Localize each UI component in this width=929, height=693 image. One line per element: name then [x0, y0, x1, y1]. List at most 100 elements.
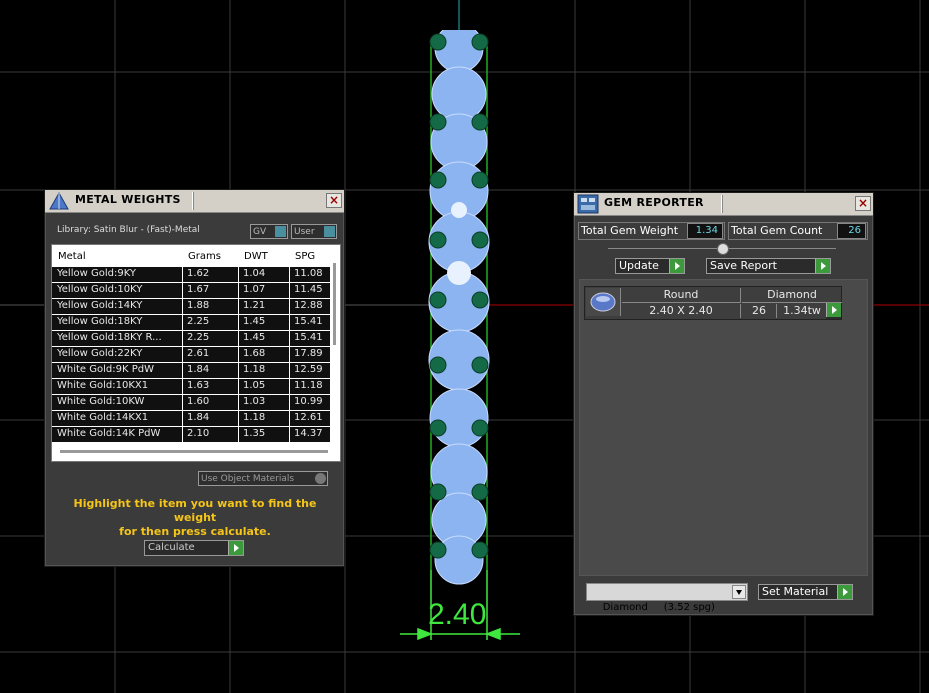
- update-button[interactable]: Update: [615, 258, 685, 274]
- column-separator: [182, 331, 183, 346]
- table-row[interactable]: Yellow Gold:18KY 2.25 1.45 15.41: [52, 315, 330, 330]
- cell-dwt: 1.07: [243, 284, 266, 295]
- column-separator: [289, 411, 290, 426]
- gem-row-action-button[interactable]: [826, 303, 841, 319]
- table-row[interactable]: White Gold:14KX1 1.84 1.18 12.61: [52, 411, 330, 426]
- title-grip: [192, 192, 194, 210]
- cell-metal: Yellow Gold:18KY R...: [57, 332, 162, 343]
- gem-reporter-title: GEM REPORTER: [604, 196, 704, 209]
- splitter-handle-icon[interactable]: [717, 243, 729, 255]
- column-separator: [182, 379, 183, 394]
- table-row[interactable]: Yellow Gold:22KY 2.61 1.68 17.89: [52, 347, 330, 362]
- table-hscroll[interactable]: [60, 450, 328, 453]
- table-row[interactable]: Yellow Gold:10KY 1.67 1.07 11.45: [52, 283, 330, 298]
- cell-dwt: 1.05: [243, 380, 266, 391]
- column-separator: [238, 411, 239, 426]
- use-object-materials-label: Use Object Materials: [201, 474, 295, 484]
- user-toggle[interactable]: User: [291, 224, 337, 239]
- table-row[interactable]: White Gold:10KW 1.60 1.03 10.99: [52, 395, 330, 410]
- cell-grams: 2.61: [187, 348, 210, 359]
- set-material-label: Set Material: [762, 585, 829, 598]
- play-arrow-icon: [228, 541, 243, 555]
- cell-spg: 14.37: [294, 428, 323, 439]
- cell-grams: 1.67: [187, 284, 210, 295]
- save-report-label: Save Report: [710, 259, 777, 272]
- metal-weights-title: METAL WEIGHTS: [75, 193, 181, 206]
- cell-spg: 12.61: [294, 412, 323, 423]
- cell-grams: 1.84: [187, 412, 210, 423]
- table-vscroll[interactable]: [330, 261, 340, 445]
- gv-toggle[interactable]: GV: [250, 224, 288, 239]
- column-separator: [289, 283, 290, 298]
- material-select[interactable]: Diamond (3.52 spg): [586, 583, 748, 613]
- use-object-materials[interactable]: Use Object Materials: [198, 471, 328, 486]
- metal-table[interactable]: Metal Grams DWT SPG Yellow Gold:9KY 1.62 1…: [51, 244, 341, 462]
- cell-metal: White Gold:14K PdW: [57, 428, 161, 439]
- table-row[interactable]: White Gold:10KX1 1.63 1.05 11.18: [52, 379, 330, 394]
- column-separator: [238, 299, 239, 314]
- play-arrow-icon: [826, 303, 841, 317]
- set-material-button[interactable]: Set Material: [758, 584, 853, 600]
- column-separator: [289, 347, 290, 362]
- cell-grams: 1.84: [187, 364, 210, 375]
- chevron-down-icon[interactable]: [732, 585, 746, 599]
- column-separator: [238, 363, 239, 378]
- metal-weights-titlebar[interactable]: METAL WEIGHTS ×: [45, 190, 344, 213]
- cell-spg: 15.41: [294, 332, 323, 343]
- gem-weight: 1.34tw: [783, 304, 821, 317]
- vscroll-thumb[interactable]: [333, 263, 336, 345]
- close-icon[interactable]: ×: [326, 193, 342, 208]
- close-icon[interactable]: ×: [855, 196, 871, 211]
- play-arrow-icon: [837, 585, 852, 599]
- col-metal[interactable]: Metal: [58, 251, 86, 262]
- cell-dwt: 1.18: [243, 364, 266, 375]
- cell-dwt: 1.03: [243, 396, 266, 407]
- gv-label: GV: [253, 227, 267, 237]
- table-row[interactable]: Yellow Gold:14KY 1.88 1.21 12.88: [52, 299, 330, 314]
- column-separator: [182, 267, 183, 282]
- column-separator: [238, 379, 239, 394]
- col-grams[interactable]: Grams: [188, 251, 221, 262]
- column-separator: [289, 315, 290, 330]
- cell-spg: 12.59: [294, 364, 323, 375]
- table-row[interactable]: White Gold:9K PdW 1.84 1.18 12.59: [52, 363, 330, 378]
- dimension-label: 2.40: [428, 598, 487, 631]
- table-row[interactable]: Yellow Gold:9KY 1.62 1.04 11.08: [52, 267, 330, 282]
- cell-metal: Yellow Gold:14KY: [57, 300, 143, 311]
- gem-reporter-titlebar[interactable]: GEM REPORTER ×: [574, 193, 873, 216]
- gv-toggle-icon: [275, 226, 286, 237]
- calculate-button[interactable]: Calculate: [144, 540, 244, 556]
- cell-spg: 11.08: [294, 268, 323, 279]
- round-gem-icon: [590, 292, 616, 312]
- column-separator: [238, 315, 239, 330]
- gem-size: 2.40 X 2.40: [622, 304, 741, 318]
- cell-spg: 17.89: [294, 348, 323, 359]
- cell-dwt: 1.21: [243, 300, 266, 311]
- cell-metal: White Gold:10KX1: [57, 380, 149, 391]
- gem-material: Diamond: [742, 288, 842, 303]
- metal-weights-panel: METAL WEIGHTS × Library: Satin Blur - (F…: [44, 189, 345, 567]
- column-separator: [289, 363, 290, 378]
- gem-reporter-icon: [577, 194, 599, 214]
- use-object-materials-checkbox[interactable]: [315, 473, 326, 484]
- total-count-label: Total Gem Count: [731, 224, 823, 237]
- column-separator: [289, 331, 290, 346]
- save-report-button[interactable]: Save Report: [706, 258, 831, 274]
- ring-model[interactable]: [400, 30, 530, 640]
- column-separator: [238, 395, 239, 410]
- column-separator: [182, 395, 183, 410]
- column-separator: [182, 411, 183, 426]
- table-row[interactable]: White Gold:14K PdW 2.10 1.35 14.37: [52, 427, 330, 442]
- instruction-line-1: Highlight the item you want to find the …: [73, 497, 317, 524]
- col-spg[interactable]: SPG: [295, 251, 315, 262]
- table-row[interactable]: Yellow Gold:18KY R... 2.25 1.45 15.41: [52, 331, 330, 346]
- column-separator: [182, 427, 183, 442]
- cell-dwt: 1.35: [243, 428, 266, 439]
- update-label: Update: [619, 259, 659, 272]
- total-weight-value: 1.34: [687, 223, 723, 239]
- gem-list-item[interactable]: Round Diamond 2.40 X 2.40 26 1.34tw: [584, 286, 842, 320]
- cell-grams: 2.25: [187, 332, 210, 343]
- col-dwt[interactable]: DWT: [244, 251, 268, 262]
- column-separator: [289, 379, 290, 394]
- material-select-value: Diamond (3.52 spg): [602, 602, 715, 613]
